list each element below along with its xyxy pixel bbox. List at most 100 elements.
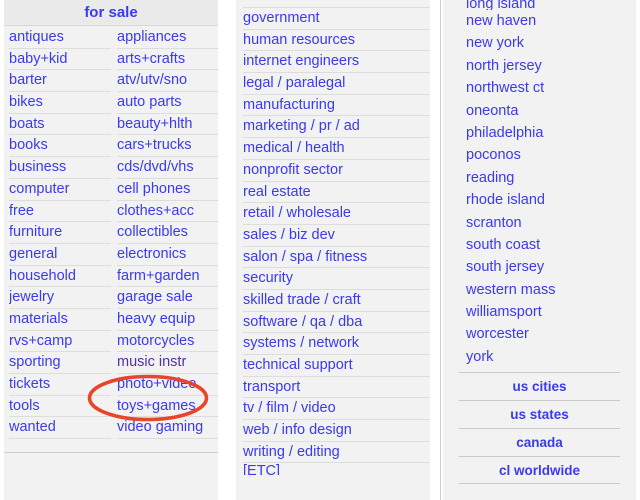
for-sale-link[interactable]: wanted xyxy=(9,417,111,438)
nearby-link[interactable]: worcester xyxy=(466,323,636,345)
jobs-link[interactable]: medical / health xyxy=(243,138,430,159)
jobs-link[interactable]: web / info design xyxy=(243,420,430,441)
for-sale-item: collectibles xyxy=(117,222,218,244)
nearby-link[interactable]: williamsport xyxy=(466,301,636,323)
jobs-link[interactable]: software / qa / dba xyxy=(243,312,430,333)
for-sale-link[interactable]: jewelry xyxy=(9,287,111,308)
for-sale-link[interactable]: toys+games xyxy=(117,396,218,417)
for-sale-right-list: appliances arts+crafts atv/utv/sno auto par… xyxy=(117,27,218,440)
jobs-item: government xyxy=(243,8,430,30)
jobs-link[interactable]: transport xyxy=(243,377,430,398)
for-sale-link[interactable]: arts+crafts xyxy=(117,49,218,70)
for-sale-item: cds/dvd/vhs xyxy=(117,157,218,179)
jobs-link[interactable]: skilled trade / craft xyxy=(243,290,430,311)
for-sale-link[interactable]: cds/dvd/vhs xyxy=(117,157,218,178)
nearby-footer-link[interactable]: us states xyxy=(459,400,620,428)
for-sale-link[interactable]: auto parts xyxy=(117,92,218,113)
for-sale-link[interactable]: appliances xyxy=(117,27,218,48)
for-sale-link[interactable]: farm+garden xyxy=(117,266,218,287)
nearby-link[interactable]: new haven xyxy=(466,10,636,32)
for-sale-link[interactable]: business xyxy=(9,157,111,178)
for-sale-link[interactable]: tools xyxy=(9,396,111,417)
for-sale-banner: for sale xyxy=(4,0,218,26)
for-sale-link[interactable]: baby+kid xyxy=(9,49,111,70)
nearby-footer-link[interactable]: canada xyxy=(459,428,620,456)
jobs-etc-link[interactable]: [ETC] xyxy=(243,463,430,475)
for-sale-item: business xyxy=(9,157,111,179)
nearby-link[interactable]: oneonta xyxy=(466,100,636,122)
for-sale-link[interactable]: general xyxy=(9,244,111,265)
nearby-item: northwest ct xyxy=(466,77,636,99)
nearby-link[interactable]: york xyxy=(466,346,636,368)
nearby-item: western mass xyxy=(466,279,636,301)
nearby-footer-link[interactable]: cl worldwide xyxy=(459,456,620,485)
for-sale-item: general xyxy=(9,244,111,266)
for-sale-link[interactable]: video gaming xyxy=(117,417,218,438)
jobs-item: salon / spa / fitness xyxy=(243,247,430,269)
for-sale-link[interactable]: materials xyxy=(9,309,111,330)
nearby-link[interactable]: reading xyxy=(466,167,636,189)
nearby-link[interactable]: north jersey xyxy=(466,55,636,77)
nearby-cities-column: long island new haven new york north jersey… xyxy=(443,0,636,500)
nearby-link[interactable]: northwest ct xyxy=(466,77,636,99)
jobs-link[interactable]: security xyxy=(243,268,430,289)
for-sale-link[interactable]: heavy equip xyxy=(117,309,218,330)
nearby-link[interactable]: south coast xyxy=(466,234,636,256)
jobs-link[interactable]: legal / paralegal xyxy=(243,73,430,94)
for-sale-link[interactable]: beauty+hlth xyxy=(117,114,218,135)
for-sale-link[interactable]: computer xyxy=(9,179,111,200)
nearby-item: worcester xyxy=(466,323,636,345)
jobs-link[interactable]: nonprofit sector xyxy=(243,160,430,181)
for-sale-link[interactable]: books xyxy=(9,135,111,156)
for-sale-link[interactable]: free xyxy=(9,201,111,222)
jobs-link[interactable]: tv / film / video xyxy=(243,398,430,419)
for-sale-link[interactable]: atv/utv/sno xyxy=(117,70,218,91)
for-sale-link[interactable]: collectibles xyxy=(117,222,218,243)
nearby-link[interactable]: scranton xyxy=(466,212,636,234)
jobs-item: systems / network xyxy=(243,333,430,355)
for-sale-link[interactable]: household xyxy=(9,266,111,287)
nearby-link[interactable]: philadelphia xyxy=(466,122,636,144)
for-sale-link[interactable]: boats xyxy=(9,114,111,135)
for-sale-link[interactable]: music instr xyxy=(117,352,218,373)
for-sale-link[interactable]: electronics xyxy=(117,244,218,265)
nearby-footer-link[interactable]: us cities xyxy=(459,372,620,400)
nearby-link[interactable]: south jersey xyxy=(466,256,636,278)
jobs-link[interactable]: government xyxy=(243,8,430,29)
for-sale-item: tickets xyxy=(9,374,111,396)
jobs-link[interactable]: manufacturing xyxy=(243,95,430,116)
for-sale-link[interactable]: rvs+camp xyxy=(9,331,111,352)
jobs-item: retail / wholesale xyxy=(243,203,430,225)
for-sale-link[interactable]: furniture xyxy=(9,222,111,243)
jobs-link[interactable]: retail / wholesale xyxy=(243,203,430,224)
for-sale-link[interactable]: antiques xyxy=(9,27,111,48)
jobs-link[interactable]: real estate xyxy=(243,182,430,203)
jobs-link[interactable]: writing / editing xyxy=(243,442,430,463)
jobs-link[interactable]: internet engineers xyxy=(243,51,430,72)
jobs-link[interactable]: sales / biz dev xyxy=(243,225,430,246)
for-sale-link[interactable]: tickets xyxy=(9,374,111,395)
for-sale-link[interactable]: clothes+acc xyxy=(117,201,218,222)
nearby-link[interactable]: long island xyxy=(466,0,636,10)
for-sale-link[interactable]: bikes xyxy=(9,92,111,113)
jobs-link[interactable]: technical support xyxy=(243,355,430,376)
for-sale-link[interactable]: cell phones xyxy=(117,179,218,200)
jobs-link[interactable]: systems / network xyxy=(243,333,430,354)
nearby-item: philadelphia xyxy=(466,122,636,144)
for-sale-link[interactable]: motorcycles xyxy=(117,331,218,352)
for-sale-link[interactable]: photo+video xyxy=(117,374,218,395)
nearby-link[interactable]: rhode island xyxy=(466,189,636,211)
for-sale-item: auto parts xyxy=(117,92,218,114)
nearby-link[interactable]: poconos xyxy=(466,144,636,166)
jobs-link[interactable]: marketing / pr / ad xyxy=(243,116,430,137)
nearby-link[interactable]: western mass xyxy=(466,279,636,301)
jobs-item: internet engineers xyxy=(243,51,430,74)
jobs-link[interactable]: human resources xyxy=(243,30,430,51)
for-sale-link[interactable]: cars+trucks xyxy=(117,135,218,156)
nearby-link[interactable]: new york xyxy=(466,32,636,54)
for-sale-link[interactable]: sporting xyxy=(9,352,111,373)
for-sale-link[interactable]: barter xyxy=(9,70,111,91)
for-sale-link[interactable]: garage sale xyxy=(117,287,218,308)
for-sale-item: books xyxy=(9,135,111,158)
jobs-link[interactable]: salon / spa / fitness xyxy=(243,247,430,268)
